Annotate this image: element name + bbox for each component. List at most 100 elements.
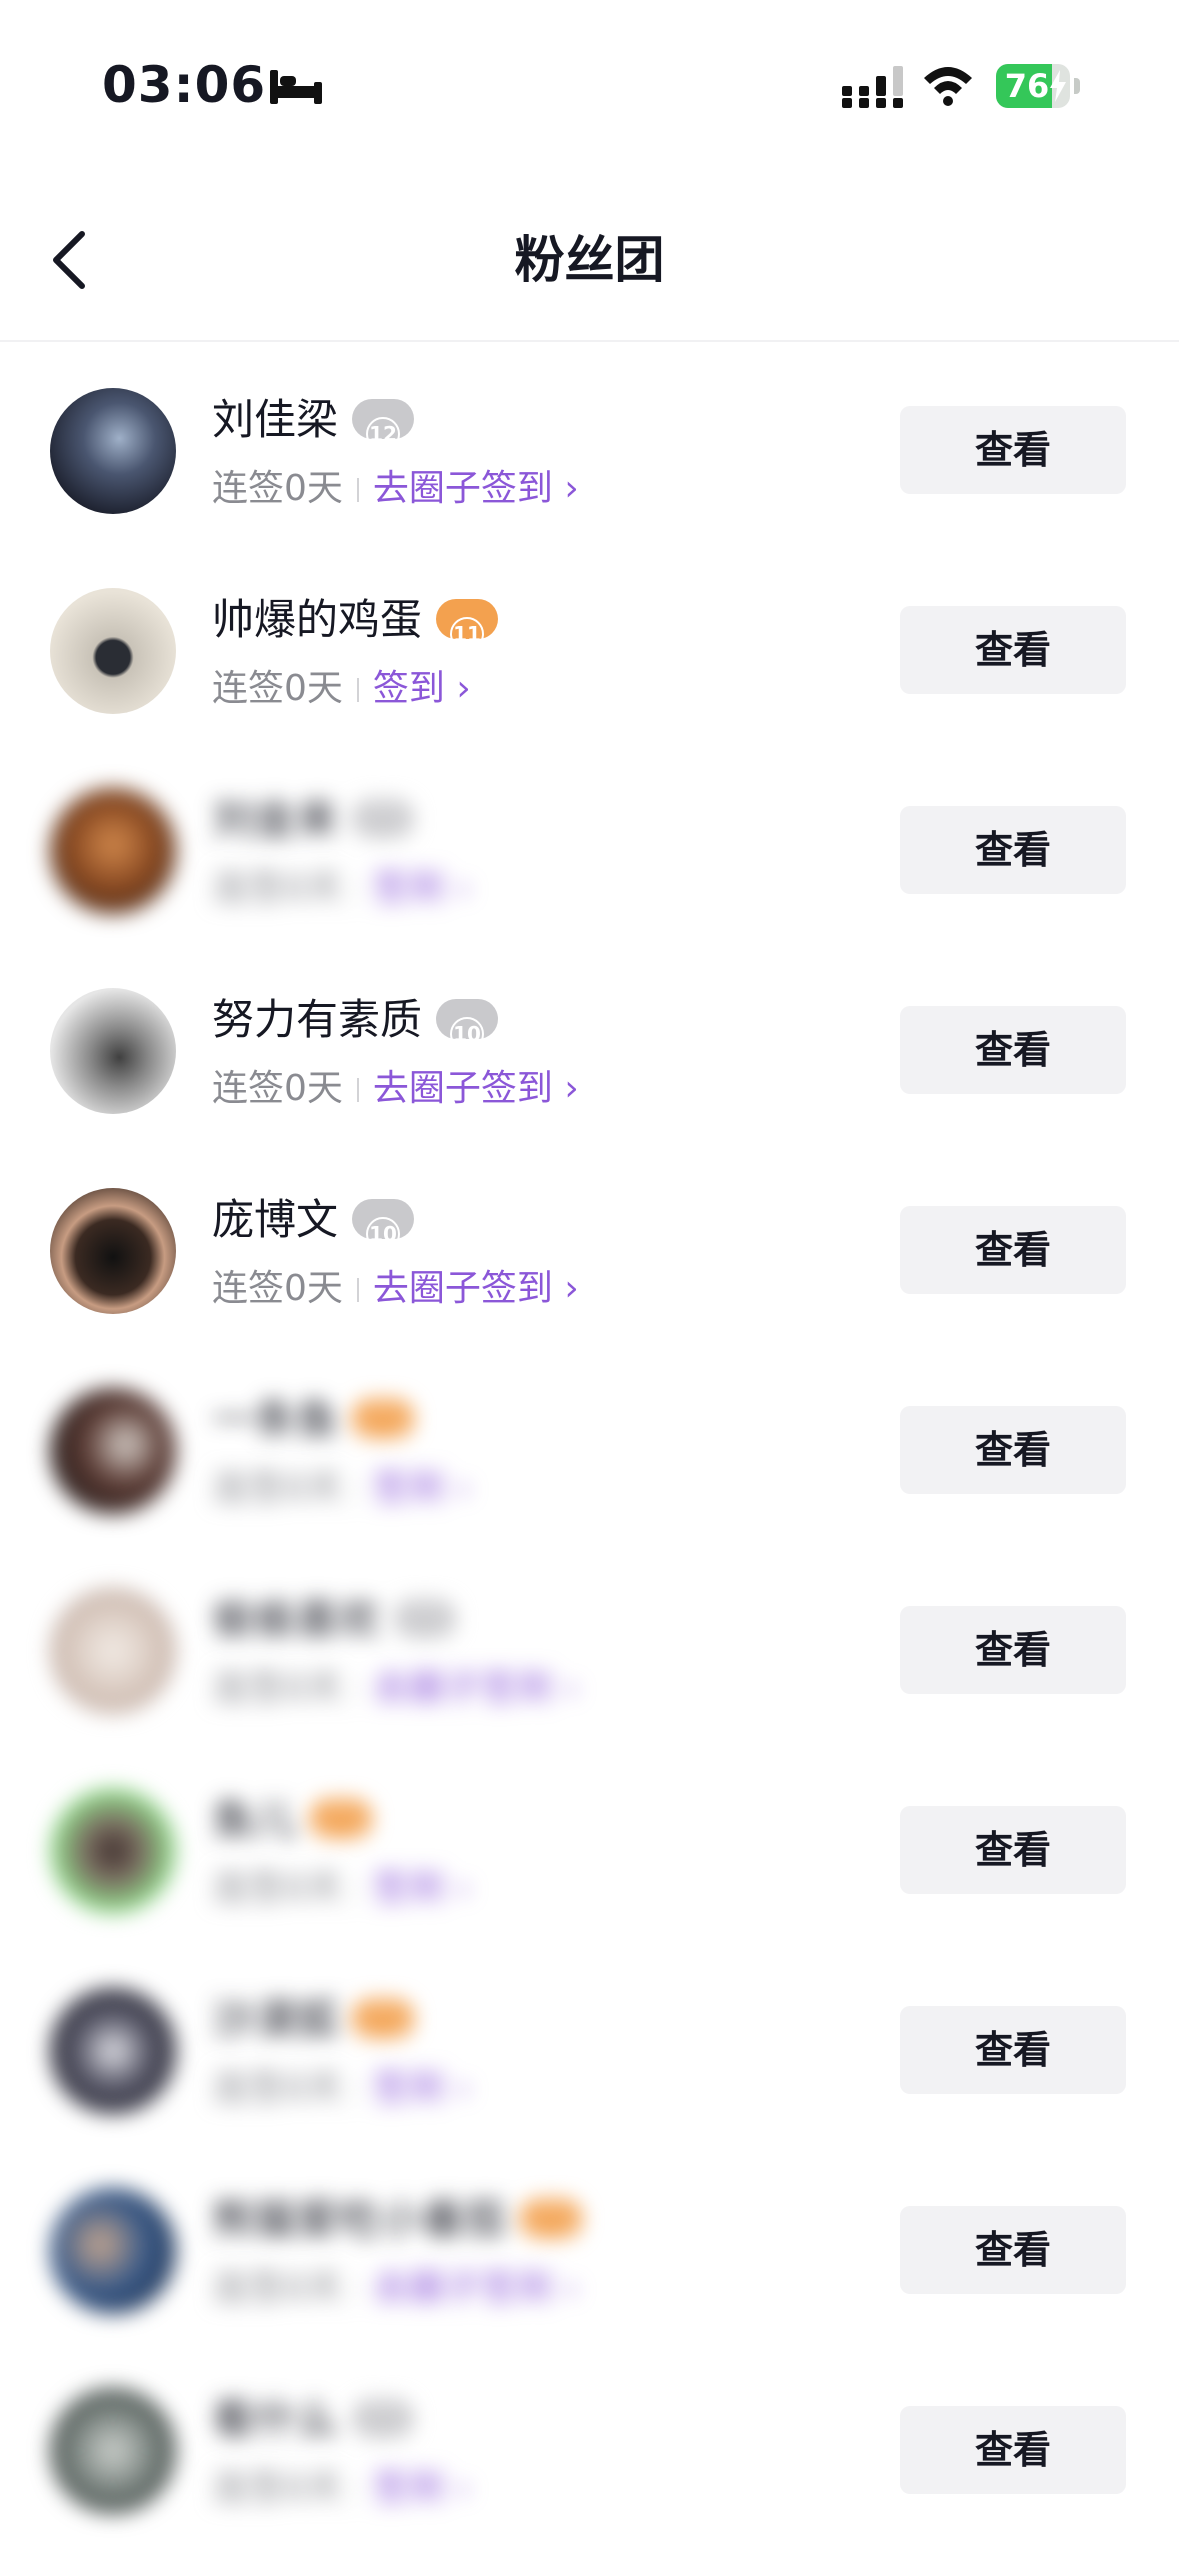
view-button[interactable]: 查看: [900, 1806, 1126, 1894]
member-name-text: 沙漠狐: [212, 1995, 339, 2044]
checkin-link-label: 签到: [372, 668, 445, 709]
checkin-streak: 连签0天: [212, 2068, 343, 2109]
avatar[interactable]: [50, 2388, 176, 2514]
view-button[interactable]: 查看: [900, 1006, 1126, 1094]
fan-club-row: 沙漠狐 连签0天 签到 › 查看: [0, 1950, 1179, 2150]
fan-club-row: 刘佳梁 12 连签0天 去圈子签到 › 查看: [0, 350, 1179, 550]
fan-club-row: 看什么 连签0天 签到 › 查看: [0, 2350, 1179, 2550]
member-name-text: 刘金来: [212, 795, 339, 844]
checkin-link-label: 签到: [372, 868, 445, 909]
checkin-info: 连签0天 签到 ›: [212, 1464, 471, 1514]
checkin-link-label: 去圈子签到: [372, 1268, 553, 1309]
member-name: 一条鱼: [212, 1392, 415, 1448]
navigation-bar: 粉丝团: [0, 170, 1179, 342]
checkin-streak: 连签0天: [212, 2468, 343, 2509]
checkin-link-label: 去圈子签到: [372, 2268, 553, 2309]
member-name-text: 熊猫爱吃小番茄: [212, 2195, 507, 2244]
fan-level-badge: [352, 2398, 415, 2441]
fan-level-number: [534, 2206, 569, 2241]
checkin-info: 连签0天 去圈子签到 ›: [212, 2264, 579, 2314]
checkin-link[interactable]: 签到 ›: [373, 668, 471, 709]
checkin-link[interactable]: 签到 ›: [373, 868, 471, 909]
checkin-streak: 连签0天: [212, 1068, 343, 1109]
checkin-streak: 连签0天: [212, 868, 343, 909]
checkin-link[interactable]: 去圈子签到 ›: [373, 2268, 579, 2309]
checkin-link[interactable]: 签到 ›: [373, 1468, 471, 1509]
chevron-right-icon: ›: [564, 1068, 579, 1109]
charging-bolt-icon: [1050, 70, 1066, 102]
member-name: 鱼儿: [212, 1792, 373, 1848]
member-name: 熊猫爱吃小番茄: [212, 2192, 583, 2248]
checkin-info: 连签0天 签到 ›: [212, 864, 471, 914]
checkin-link[interactable]: 去圈子签到 ›: [373, 468, 579, 509]
checkin-streak: 连签0天: [212, 1868, 343, 1909]
avatar[interactable]: [50, 1988, 176, 2114]
avatar[interactable]: [50, 388, 176, 514]
avatar[interactable]: [50, 788, 176, 914]
fan-level-badge: 11: [436, 598, 499, 651]
chevron-right-icon: ›: [564, 1668, 579, 1709]
view-button[interactable]: 查看: [900, 1606, 1126, 1694]
avatar[interactable]: [50, 1788, 176, 1914]
checkin-streak: 连签0天: [212, 1268, 343, 1309]
chevron-right-icon: ›: [456, 868, 471, 909]
checkin-link-label: 签到: [372, 1868, 445, 1909]
fan-club-row: 帅爆的鸡蛋 11 连签0天 签到 › 查看: [0, 550, 1179, 750]
chevron-right-icon: ›: [564, 468, 579, 509]
checkin-link[interactable]: 签到 ›: [373, 1868, 471, 1909]
chevron-right-icon: ›: [456, 2468, 471, 2509]
member-name: 看什么: [212, 2392, 415, 2448]
member-name: 刘佳梁 12: [212, 392, 415, 451]
view-button[interactable]: 查看: [900, 2406, 1126, 2494]
battery-indicator: 76: [996, 64, 1080, 108]
member-name: 刘金来: [212, 792, 415, 848]
view-button[interactable]: 查看: [900, 2006, 1126, 2094]
checkin-streak: 连签0天: [212, 2268, 343, 2309]
avatar[interactable]: [50, 1588, 176, 1714]
checkin-link[interactable]: 去圈子签到 ›: [373, 1268, 579, 1309]
fan-level-badge: [352, 1998, 415, 2041]
chevron-right-icon: ›: [456, 1468, 471, 1509]
avatar[interactable]: [50, 588, 176, 714]
fan-level-number: [366, 806, 401, 841]
view-button[interactable]: 查看: [900, 1406, 1126, 1494]
avatar[interactable]: [50, 2188, 176, 2314]
member-name-text: 庞博文: [212, 1195, 339, 1244]
member-name-text: 一条鱼: [212, 1395, 339, 1444]
member-name-text: 鱼儿: [212, 1795, 297, 1844]
fan-level-badge: 10: [436, 998, 499, 1051]
checkin-link[interactable]: 去圈子签到 ›: [373, 1068, 579, 1109]
avatar[interactable]: [50, 988, 176, 1114]
checkin-info: 连签0天 签到 ›: [212, 1864, 471, 1914]
member-name-text: 努力有素质: [212, 995, 423, 1044]
fan-level-badge: [352, 1398, 415, 1441]
fan-level-number: [366, 1406, 401, 1441]
checkin-info: 连签0天 去圈子签到 ›: [212, 1264, 579, 1314]
chevron-right-icon: ›: [456, 1868, 471, 1909]
fan-level-number: [408, 1606, 443, 1641]
checkin-info: 连签0天 签到 ›: [212, 664, 471, 714]
view-button[interactable]: 查看: [900, 606, 1126, 694]
checkin-link[interactable]: 签到 ›: [373, 2468, 471, 2509]
avatar[interactable]: [50, 1188, 176, 1314]
checkin-link-label: 签到: [372, 2068, 445, 2109]
fan-level-badge: [352, 798, 415, 841]
view-button[interactable]: 查看: [900, 406, 1126, 494]
view-button[interactable]: 查看: [900, 1206, 1126, 1294]
checkin-link-label: 去圈子签到: [372, 1068, 553, 1109]
view-button[interactable]: 查看: [900, 2206, 1126, 2294]
member-name: 偷偷喜欢: [212, 1592, 457, 1648]
view-button[interactable]: 查看: [900, 806, 1126, 894]
checkin-info: 连签0天 去圈子签到 ›: [212, 1064, 579, 1114]
fan-club-row: 刘金来 连签0天 签到 › 查看: [0, 750, 1179, 950]
member-name: 帅爆的鸡蛋 11: [212, 592, 499, 651]
divider: [356, 2478, 359, 2502]
divider: [356, 2278, 359, 2302]
checkin-info: 连签0天 去圈子签到 ›: [212, 464, 579, 514]
checkin-link[interactable]: 签到 ›: [373, 2068, 471, 2109]
checkin-link-label: 去圈子签到: [372, 468, 553, 509]
fan-club-row: 庞博文 10 连签0天 去圈子签到 › 查看: [0, 1150, 1179, 1350]
avatar[interactable]: [50, 1388, 176, 1514]
checkin-link[interactable]: 去圈子签到 ›: [373, 1668, 579, 1709]
divider: [356, 1478, 359, 1502]
